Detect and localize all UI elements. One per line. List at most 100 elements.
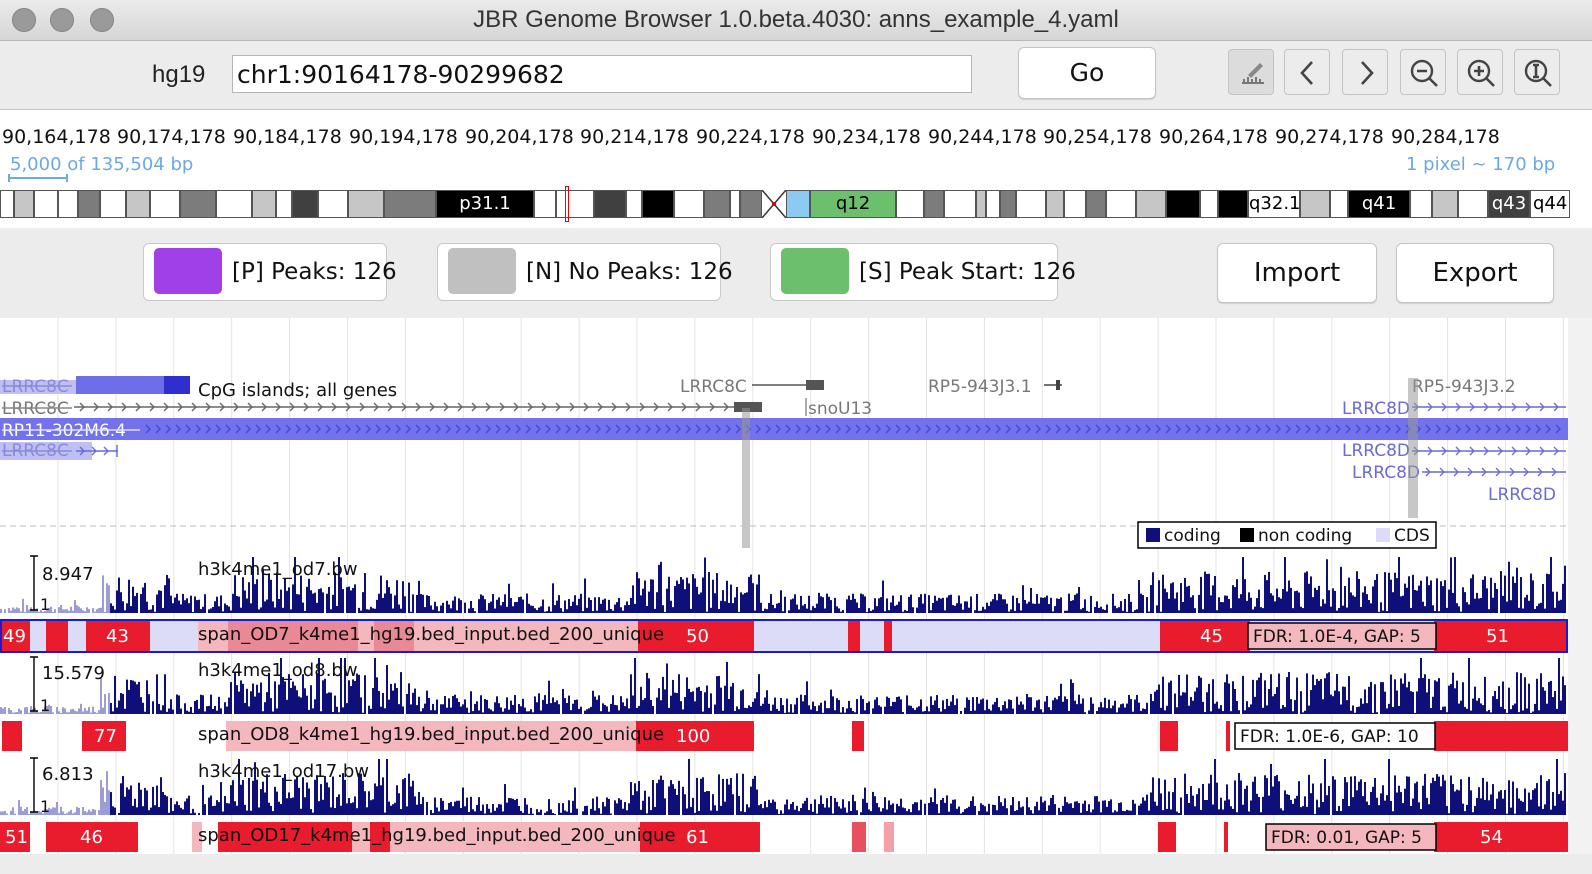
track-name: span_OD7_k4me1_hg19.bed_input.bed_200_un… xyxy=(198,624,664,645)
genome-label[interactable]: hg19 xyxy=(152,61,205,89)
peak-count: 51 xyxy=(1486,626,1509,647)
ruler-tick-label: 90,284,178 xyxy=(1391,126,1500,148)
ruler-tick-label: 90,194,178 xyxy=(349,126,458,148)
ruler-tick-label: 90,244,178 xyxy=(928,126,1037,148)
scale-info-right: 1 pixel ~ 170 bp xyxy=(1406,154,1556,175)
track-name: span_OD17_k4me1_hg19.bed_input.bed_200_u… xyxy=(198,825,676,846)
vertical-scrollbar[interactable] xyxy=(1568,318,1592,854)
ruler-tick-label: 90,224,178 xyxy=(696,126,805,148)
zoom-fit-button[interactable] xyxy=(1514,49,1560,95)
ruler-tick-label: 90,264,178 xyxy=(1159,126,1268,148)
peak-count: 61 xyxy=(686,827,709,848)
export-button[interactable]: Export xyxy=(1396,243,1554,303)
no-peaks-label: [N] No Peaks: 126 xyxy=(526,259,733,285)
chevron-right-icon xyxy=(1361,61,1374,85)
peaks-track-od17[interactable]: 51 46 span_OD17_k4me1_hg19.bed_input.bed… xyxy=(0,822,1568,852)
band-label: p31.1 xyxy=(436,190,534,218)
peaks-track-od8[interactable]: 77 span_OD8_k4me1_hg19.bed_input.bed_200… xyxy=(2,721,1568,751)
genes-track[interactable]: LRRC8C CpG islands; all genes LRRC8C LRR… xyxy=(0,376,1568,549)
scroll-right-button[interactable] xyxy=(1342,49,1388,95)
ruler-tick-label: 90,174,178 xyxy=(117,126,226,148)
peak-start-swatch xyxy=(781,248,849,294)
fdr-label[interactable]: FDR: 1.0E-4, GAP: 5 xyxy=(1253,627,1421,647)
ruler-panel[interactable]: 90,164,178 90,174,178 90,184,178 90,194,… xyxy=(0,110,1592,228)
peak-count: 51 xyxy=(5,827,28,848)
peak-count: 43 xyxy=(106,626,129,647)
window-title: JBR Genome Browser 1.0.beta.4030: anns_e… xyxy=(473,6,1119,33)
peak-count: 77 xyxy=(94,726,117,747)
track-name: span_OD8_k4me1_hg19.bed_input.bed_200_un… xyxy=(198,724,664,745)
peak-start-label: [S] Peak Start: 126 xyxy=(859,259,1076,285)
peaks-label-button[interactable]: [P] Peaks: 126 xyxy=(143,243,397,301)
ruler-tick-label: 90,254,178 xyxy=(1043,126,1152,148)
go-button[interactable]: Go xyxy=(1018,47,1156,99)
track-name: h3k4me1_od8.bw xyxy=(198,660,358,681)
band-label: q44 xyxy=(1530,190,1570,218)
peak-count: 46 xyxy=(80,827,103,848)
peak-count: 49 xyxy=(3,626,26,647)
ruler-tool-button[interactable] xyxy=(1228,49,1274,95)
gene-label: LRRC8D xyxy=(1488,485,1556,505)
legend-cds: CDS xyxy=(1394,526,1430,546)
gene-track-name: CpG islands; all genes xyxy=(198,380,397,401)
annotation-legend: [P] Peaks: 126 [N] No Peaks: 126 [S] Pea… xyxy=(0,229,1592,317)
scale-max: 15.579 xyxy=(42,663,105,684)
scale-min: 1 xyxy=(40,797,50,816)
peaks-track-od7[interactable]: 49 43 span_OD7_k4me1_hg19.bed_input.bed_… xyxy=(0,619,1568,653)
gene-label: LRRC8C xyxy=(2,399,69,419)
peak-start-label-button[interactable]: [S] Peak Start: 126 xyxy=(770,243,1076,301)
tracks-panel[interactable]: LRRC8C CpG islands; all genes LRRC8C LRR… xyxy=(0,318,1568,854)
ruler-pencil-icon xyxy=(1242,63,1264,84)
no-peaks-swatch xyxy=(448,248,516,294)
scale-min: 1 xyxy=(40,595,50,614)
fdr-label[interactable]: FDR: 0.01, GAP: 5 xyxy=(1271,828,1422,848)
band-label: q32.1 xyxy=(1248,190,1300,218)
peak-count: 54 xyxy=(1480,827,1503,848)
zoom-fit-icon xyxy=(1524,59,1552,87)
ruler-tick-label: 90,234,178 xyxy=(812,126,921,148)
scale-min: 1 xyxy=(40,696,50,715)
gene-label: LRRC8C xyxy=(680,377,747,397)
legend-noncoding: non coding xyxy=(1258,526,1352,546)
location-input[interactable]: chr1:90164178-90299682 xyxy=(232,55,972,93)
gene-label: LRRC8C xyxy=(2,377,69,397)
gene-label: LRRC8D xyxy=(1342,441,1410,461)
no-peaks-label-button[interactable]: [N] No Peaks: 126 xyxy=(437,243,733,301)
legend-coding: coding xyxy=(1164,526,1221,546)
ruler-tick-label: 90,274,178 xyxy=(1275,126,1384,148)
toolbar: hg19 chr1:90164178-90299682 Go xyxy=(0,41,1592,110)
peak-count: 50 xyxy=(686,626,709,647)
peaks-swatch xyxy=(154,248,222,294)
band-label: q43 xyxy=(1488,190,1530,218)
ruler-tick-label: 90,214,178 xyxy=(580,126,689,148)
track-name: h3k4me1_od7.bw xyxy=(198,559,358,580)
scroll-left-button[interactable] xyxy=(1284,49,1330,95)
fdr-label[interactable]: FDR: 1.0E-6, GAP: 10 xyxy=(1240,727,1419,747)
centromere-icon xyxy=(762,190,786,218)
ruler-tick-label: 90,164,178 xyxy=(2,126,111,148)
import-button[interactable]: Import xyxy=(1217,243,1377,303)
scale-info-left: 5,000 of 135,504 bp xyxy=(10,154,194,175)
chromosome-ideogram[interactable]: p31.1 q12 q32.1 q41 q43 q44 xyxy=(0,186,1570,222)
current-region-marker xyxy=(565,186,569,222)
status-strip xyxy=(0,854,1592,874)
zoom-in-icon xyxy=(1467,59,1495,87)
track-name: h3k4me1_od17.bw xyxy=(198,761,369,782)
gene-label: RP5-943J3.1 xyxy=(928,377,1032,397)
zoom-in-button[interactable] xyxy=(1457,49,1503,95)
peak-count: 45 xyxy=(1200,626,1223,647)
ruler-tick-label: 90,204,178 xyxy=(465,126,574,148)
title-bar: JBR Genome Browser 1.0.beta.4030: anns_e… xyxy=(0,0,1592,41)
peak-count: 100 xyxy=(676,726,710,747)
gene-label: snoU13 xyxy=(808,399,872,419)
zoom-out-button[interactable] xyxy=(1400,49,1446,95)
gene-label: RP5-943J3.2 xyxy=(1412,377,1516,397)
band-label: q12 xyxy=(810,190,896,218)
tracks-canvas[interactable]: LRRC8C CpG islands; all genes LRRC8C LRR… xyxy=(0,318,1568,854)
scale-max: 6.813 xyxy=(42,764,94,785)
peaks-label: [P] Peaks: 126 xyxy=(232,259,397,285)
scale-max: 8.947 xyxy=(42,564,94,585)
gene-label: RP11-302M6.4 xyxy=(2,421,126,441)
gene-label: LRRC8D xyxy=(1342,399,1410,419)
ruler-tick-label: 90,184,178 xyxy=(233,126,342,148)
